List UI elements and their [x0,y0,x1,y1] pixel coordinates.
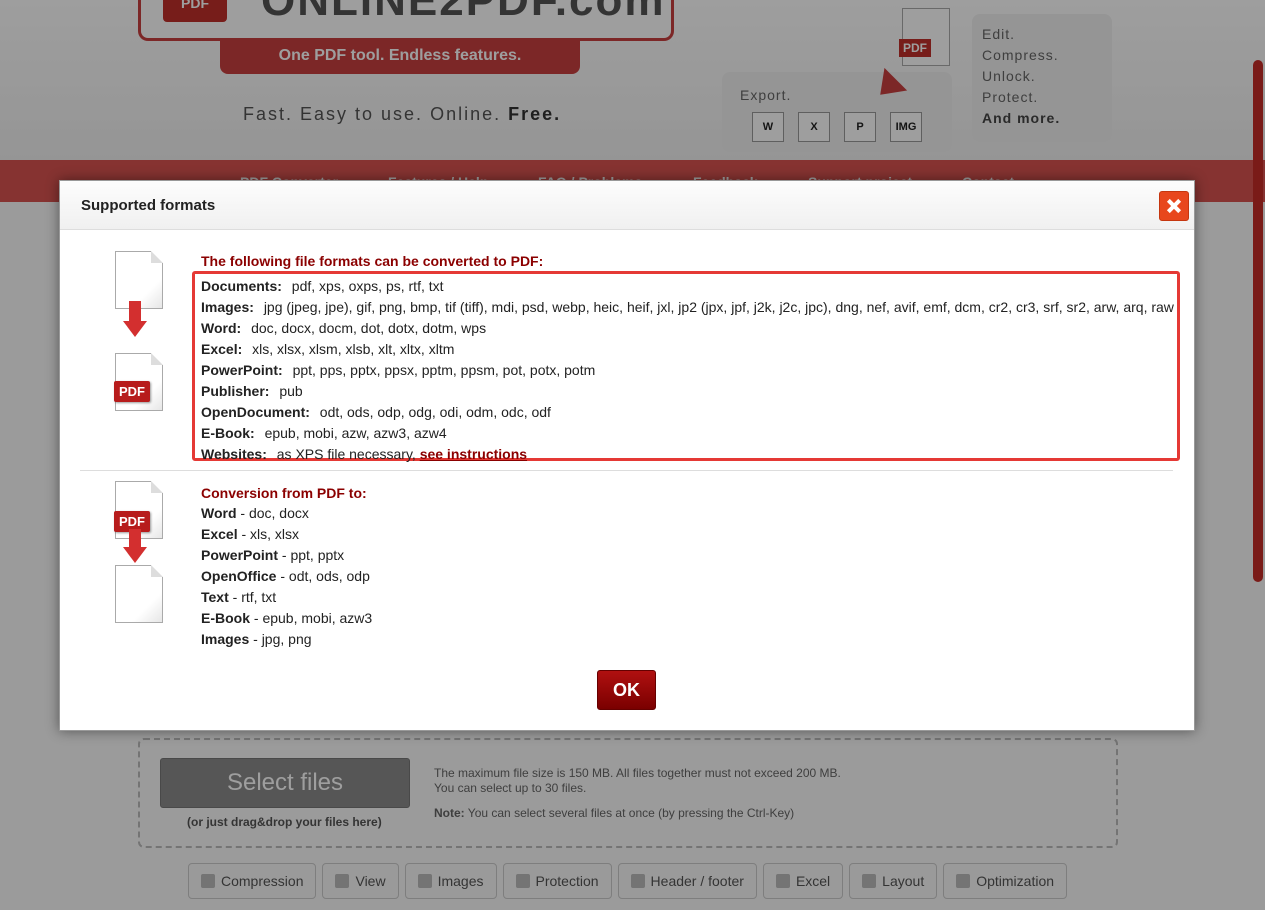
from-row-excel: Excel - xls, xlsx [201,524,372,545]
to-pdf-heading: The following file formats can be conver… [201,253,543,269]
to-pdf-heading-a: The following file formats can be conver… [201,253,490,269]
from-pdf-heading: Conversion from PDF to: [201,485,367,501]
from-row-word: Word - doc, docx [201,503,372,524]
arrow-down-head [123,321,147,337]
format-label: PowerPoint: [201,362,283,378]
format-label: E-Book: [201,425,255,441]
office-documents-icon [115,565,163,623]
format-row-documents: Documents: pdf, xps, oxps, ps, rtf, txt [201,276,1171,297]
format-value: pub [279,383,303,399]
format-value: as XPS file necessary, [276,446,416,462]
from-pdf-heading-a: Conversion [201,485,279,501]
dialog-title: Supported formats [81,197,216,214]
from-label: OpenOffice [201,568,277,584]
from-row-images: Images - jpg, png [201,629,372,650]
format-value: ppt, pps, pptx, ppsx, pptm, ppsm, pot, p… [292,362,596,378]
format-label: Publisher: [201,383,270,399]
close-button[interactable] [1159,191,1189,221]
format-value: pdf, xps, oxps, ps, rtf, txt [291,278,444,294]
format-row-excel: Excel: xls, xlsx, xlsm, xlsb, xlt, xltx,… [201,339,1171,360]
from-value: - epub, mobi, azw3 [253,610,373,626]
format-value: epub, mobi, azw, azw3, azw4 [264,425,447,441]
to-pdf-heading-b: to PDF: [493,253,544,269]
format-value: xls, xlsx, xlsm, xlsb, xlt, xltx, xltm [252,341,455,357]
format-label: Documents: [201,278,282,294]
from-row-ebook: E-Book - epub, mobi, azw3 [201,608,372,629]
format-value: doc, docx, docm, dot, dotx, dotm, wps [251,320,487,336]
format-row-publisher: Publisher: pub [201,381,1171,402]
format-row-ebook: E-Book: epub, mobi, azw, azw3, azw4 [201,423,1171,444]
from-row-text: Text - rtf, txt [201,587,372,608]
convert-to-pdf-icon: PDF [114,251,165,411]
see-instructions-link[interactable]: see instructions [420,446,527,462]
from-pdf-heading-b: from PDF to: [281,485,367,501]
format-label: Word: [201,320,242,336]
ok-button[interactable]: OK [597,670,656,710]
section-divider [80,470,1173,471]
format-row-opendocument: OpenDocument: odt, ods, odp, odg, odi, o… [201,402,1171,423]
from-label: PowerPoint [201,547,279,563]
format-label: Websites: [201,446,267,462]
from-row-powerpoint: PowerPoint - ppt, pptx [201,545,372,566]
format-row-images: Images: jpg (jpeg, jpe), gif, png, bmp, … [201,297,1174,318]
supported-formats-dialog: Supported formats PDF The following file… [59,180,1195,731]
from-value: - jpg, png [253,631,312,647]
from-value: - rtf, txt [232,589,277,605]
arrow-down-icon [129,301,141,323]
dialog-header: Supported formats [60,181,1194,230]
format-label: Images: [201,299,254,315]
format-value: odt, ods, odp, odg, odi, odm, odc, odf [319,404,551,420]
format-row-websites: Websites: as XPS file necessary, see ins… [201,444,1171,465]
arrow-down-head [123,547,147,563]
to-pdf-formats-list: Documents: pdf, xps, oxps, ps, rtf, txt … [192,271,1180,462]
from-pdf-formats-list: Word - doc, docx Excel - xls, xlsx Power… [201,503,372,650]
from-value: - doc, docx [240,505,309,521]
from-label: Excel [201,526,238,542]
pdf-badge: PDF [114,381,150,402]
format-label: Excel: [201,341,243,357]
format-value: jpg (jpeg, jpe), gif, png, bmp, tif (tif… [263,299,1174,315]
from-value: - ppt, pptx [281,547,345,563]
from-label: Word [201,505,237,521]
from-label: Images [201,631,250,647]
format-row-word: Word: doc, docx, docm, dot, dotx, dotm, … [201,318,1171,339]
from-row-openoffice: OpenOffice - odt, ods, odp [201,566,372,587]
format-row-powerpoint: PowerPoint: ppt, pps, pptx, ppsx, pptm, … [201,360,1171,381]
from-label: E-Book [201,610,250,626]
from-label: Text [201,589,229,605]
convert-from-pdf-icon: PDF [114,481,171,626]
from-value: - odt, ods, odp [280,568,370,584]
from-value: - xls, xlsx [241,526,300,542]
format-label: OpenDocument: [201,404,310,420]
